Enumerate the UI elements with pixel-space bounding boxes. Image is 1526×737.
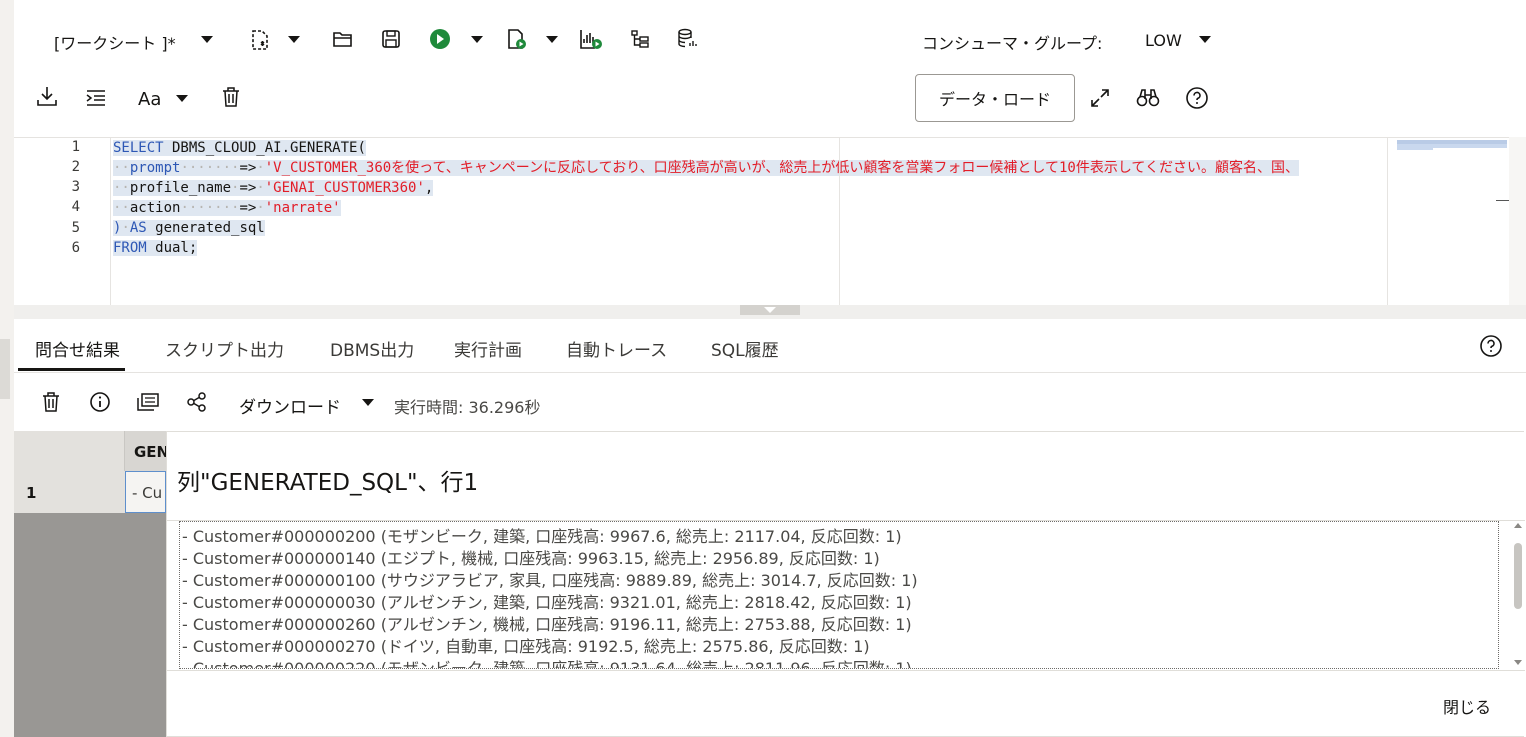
code-line-5: )·AS generated_sql bbox=[113, 220, 265, 236]
new-worksheet-dropdown-icon[interactable] bbox=[288, 36, 300, 43]
info-icon[interactable] bbox=[89, 391, 111, 413]
line-number: 5 bbox=[71, 220, 80, 236]
sql-editor[interactable]: 1 2 3 4 5 6 SELECT DBMS_CLOUD_AI.GENERAT… bbox=[14, 137, 1510, 306]
code-line-3: ··profile_name·=>·'GENAI_CUSTOMER360', bbox=[113, 180, 434, 196]
download-dropdown-icon[interactable] bbox=[362, 399, 374, 406]
line-number: 3 bbox=[71, 179, 80, 195]
splitter-handle[interactable] bbox=[740, 305, 800, 315]
consumer-group-dropdown-icon[interactable] bbox=[1199, 36, 1211, 43]
text-line: - Customer#000000220 (モザンビーク, 建築, 口座残高: … bbox=[182, 659, 912, 669]
tab-dbms-output[interactable]: DBMS出力 bbox=[330, 336, 414, 361]
results-toolbar: ダウンロード 実行時間: 36.296秒 bbox=[14, 373, 1526, 431]
execution-time: 実行時間: 36.296秒 bbox=[394, 398, 541, 417]
line-number: 2 bbox=[71, 159, 80, 175]
text-line: - Customer#000000140 (エジプト, 機械, 口座残高: 99… bbox=[182, 549, 880, 568]
worksheet-dropdown-icon[interactable] bbox=[201, 36, 213, 43]
line-number: 6 bbox=[71, 240, 80, 256]
tab-autotrace[interactable]: 自動トレース bbox=[566, 336, 667, 361]
code-line-1: SELECT DBMS_CLOUD_AI.GENERATE( bbox=[113, 140, 366, 156]
code-line-2: ··prompt·······=>·'V_CUSTOMER_360を使って、キャ… bbox=[113, 160, 1299, 176]
share-icon[interactable] bbox=[186, 391, 208, 413]
grid-cell[interactable]: - Cu bbox=[125, 471, 166, 513]
results-grid: GENERATED_SQL 1 - Cu bbox=[14, 431, 166, 737]
scrollbar-thumb[interactable] bbox=[1514, 543, 1522, 609]
consumer-group-select[interactable]: LOW bbox=[1145, 31, 1182, 50]
cell-value-dialog: 列"GENERATED_SQL"、行1 - Customer#000000200… bbox=[166, 431, 1525, 737]
data-load-button[interactable]: データ・ロード bbox=[915, 74, 1075, 122]
run-statement-icon[interactable] bbox=[429, 28, 451, 50]
worksheet-toolbar: [ワークシート ]* コンシューマ・グループ: LOW Aa データ・ロード bbox=[14, 0, 1526, 137]
new-worksheet-icon[interactable] bbox=[250, 29, 270, 51]
tree-structure-icon[interactable] bbox=[630, 29, 650, 49]
download-icon[interactable] bbox=[36, 85, 58, 107]
panel-splitter[interactable] bbox=[14, 305, 1526, 319]
download-menu-button[interactable]: ダウンロード bbox=[239, 393, 341, 418]
editor-print-margin bbox=[839, 138, 840, 306]
run-dropdown-icon[interactable] bbox=[471, 36, 483, 43]
line-number: 1 bbox=[71, 139, 80, 155]
line-number-gutter: 1 2 3 4 5 6 bbox=[14, 138, 111, 306]
save-icon[interactable] bbox=[381, 29, 401, 49]
text-line: - Customer#000000260 (アルゼンチン, 機械, 口座残高: … bbox=[182, 615, 912, 634]
close-button[interactable]: 閉じる bbox=[1437, 692, 1497, 720]
collapse-left-panel-handle[interactable] bbox=[0, 339, 10, 399]
tab-sql-history[interactable]: SQL履歴 bbox=[711, 336, 779, 361]
row-number: 1 bbox=[14, 471, 125, 513]
dialog-title: 列"GENERATED_SQL"、行1 bbox=[177, 470, 479, 496]
results-help-icon[interactable] bbox=[1479, 334, 1503, 358]
text-line: - Customer#000000100 (サウジアラビア, 家具, 口座残高:… bbox=[182, 571, 918, 590]
editor-minimap[interactable] bbox=[1387, 138, 1510, 306]
single-record-view-icon[interactable] bbox=[136, 392, 160, 412]
font-size-dropdown-icon[interactable] bbox=[176, 95, 188, 102]
code-line-4: ··action·······=>·'narrate' bbox=[113, 200, 341, 216]
editor-vertical-scrollbar[interactable] bbox=[1509, 137, 1526, 305]
help-icon[interactable] bbox=[1185, 86, 1209, 110]
format-indent-icon[interactable] bbox=[85, 88, 107, 108]
worksheet-tab-label[interactable]: [ワークシート ]* bbox=[54, 30, 176, 54]
run-script-dropdown-icon[interactable] bbox=[546, 36, 558, 43]
consumer-group-label: コンシューマ・グループ: bbox=[922, 34, 1103, 53]
expand-icon[interactable] bbox=[1089, 87, 1111, 109]
textarea-scrollbar[interactable] bbox=[1511, 521, 1525, 669]
explain-plan-icon[interactable] bbox=[579, 28, 603, 50]
clear-trash-icon[interactable] bbox=[221, 86, 241, 108]
font-size-icon[interactable]: Aa bbox=[138, 89, 161, 110]
find-binoculars-icon[interactable] bbox=[1136, 87, 1160, 109]
dialog-footer-divider bbox=[167, 670, 1525, 671]
active-tab-indicator bbox=[18, 368, 125, 371]
tab-explain-plan[interactable]: 実行計画 bbox=[454, 336, 522, 361]
open-folder-icon[interactable] bbox=[332, 29, 354, 49]
code-line-6: FROM dual; bbox=[113, 240, 198, 256]
results-tabs: 問合せ結果 スクリプト出力 DBMS出力 実行計画 自動トレース SQL履歴 bbox=[14, 319, 1526, 373]
run-script-icon[interactable] bbox=[506, 28, 528, 50]
line-number: 4 bbox=[71, 199, 80, 215]
text-line: - Customer#000000270 (ドイツ, 自動車, 口座残高: 91… bbox=[182, 637, 870, 656]
text-line: - Customer#000000200 (モザンビーク, 建築, 口座残高: … bbox=[182, 527, 902, 546]
column-header[interactable]: GENERATED_SQL bbox=[125, 431, 166, 471]
text-line: - Customer#000000030 (アルゼンチン, 建築, 口座残高: … bbox=[182, 593, 912, 612]
tab-query-result[interactable]: 問合せ結果 bbox=[35, 336, 120, 361]
cell-value-textarea[interactable]: - Customer#000000200 (モザンビーク, 建築, 口座残高: … bbox=[179, 521, 1499, 669]
tab-script-output[interactable]: スクリプト出力 bbox=[165, 336, 284, 361]
results-clear-trash-icon[interactable] bbox=[41, 391, 61, 413]
row-number-header bbox=[14, 431, 125, 471]
database-icon[interactable] bbox=[676, 28, 698, 50]
